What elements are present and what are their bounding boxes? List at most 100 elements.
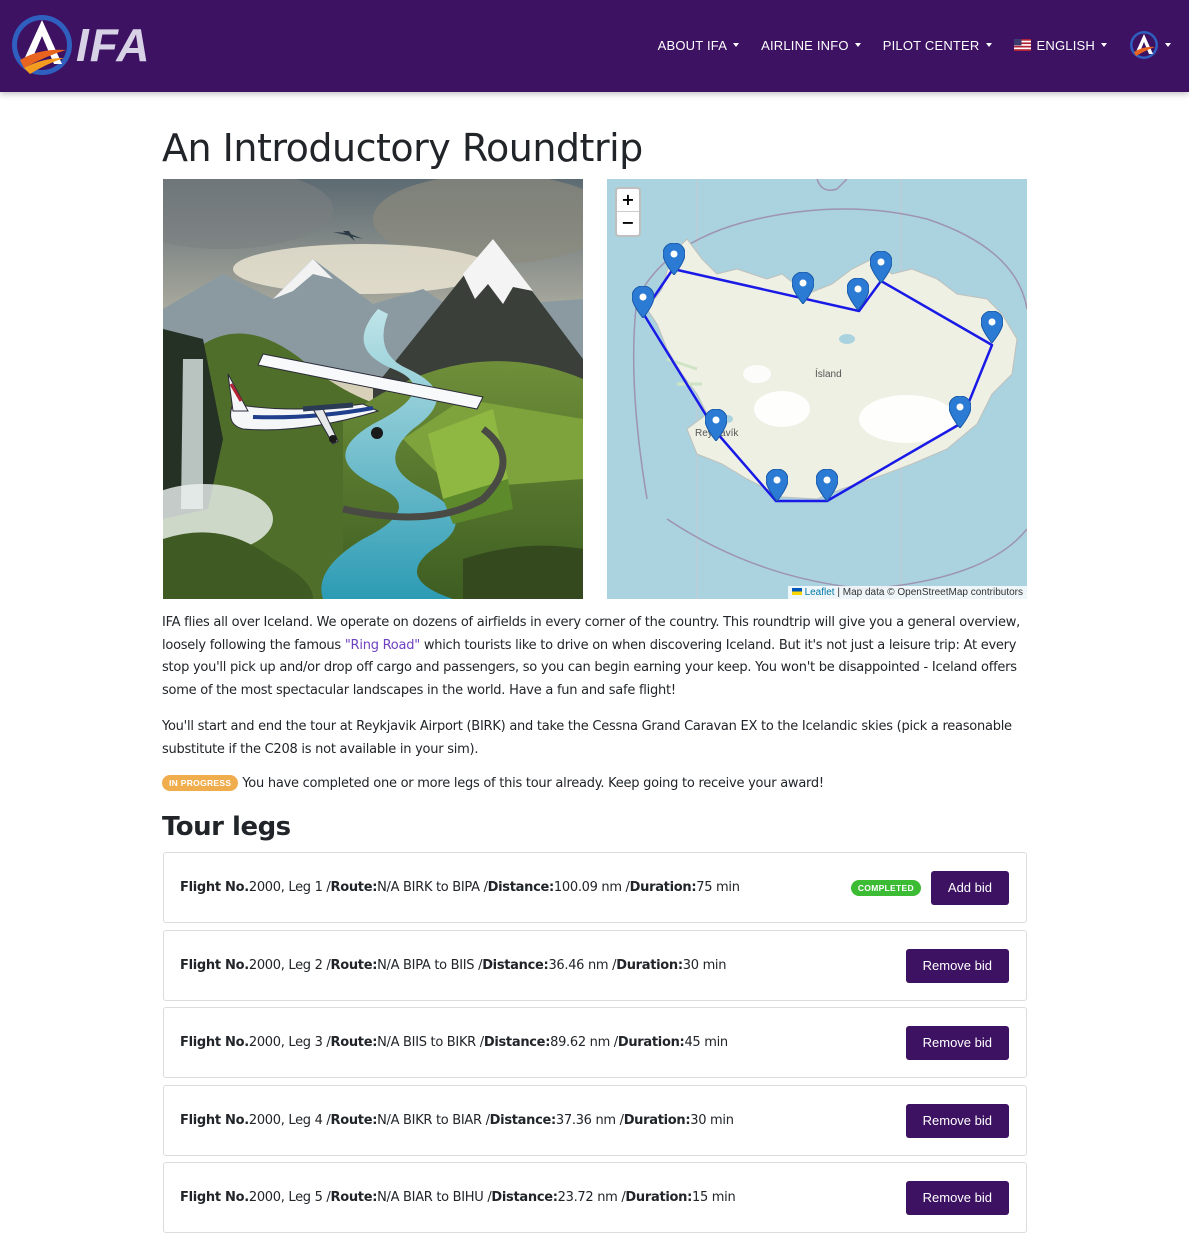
tour-leg: Flight No. 2000, Leg 3 / Route: N/A BIIS… [163,1007,1027,1078]
completed-badge: COMPLETED [850,879,921,896]
distance-label: Distance: [487,880,555,895]
remove-bid-button[interactable]: Remove bid [905,1180,1009,1215]
route-value: N/A BIAR to BIHU / [377,1190,492,1205]
nav-menu: ABOUT IFA AIRLINE INFO PILOT CENTER ENGL… [636,30,1171,60]
nav-airline-info-label: AIRLINE INFO [761,37,849,53]
map-attribution-text: | Map data © OpenStreetMap contributors [834,587,1023,598]
map-marker-icon[interactable] [705,409,727,441]
duration-label: Duration: [629,880,697,895]
distance-label: Distance: [482,958,549,973]
flight-no-value: 2000, Leg 2 / [248,958,331,973]
brand-logo[interactable]: IFA [10,12,151,78]
flight-no-value: 2000, Leg 5 / [248,1190,331,1205]
flight-no-value: 2000, Leg 1 / [248,880,331,895]
map-marker-icon[interactable] [792,272,814,304]
distance-value: 36.46 nm / [548,958,617,973]
nav-about-ifa-label: ABOUT IFA [657,37,728,53]
tour-route-map[interactable]: Ísland Reykjavík Leaflet | Map data © Op… [607,179,1027,599]
top-navbar: IFA ABOUT IFA AIRLINE INFO PILOT CENTER … [0,0,1189,92]
map-marker-icon[interactable] [816,469,838,501]
map-marker-icon[interactable] [663,243,685,275]
tour-leg-actions: Remove bid [896,1008,1009,1077]
brand-name: IFA [76,19,151,71]
us-flag-icon [1013,39,1031,51]
map-marker-icon[interactable] [766,469,788,501]
zoom-out-button[interactable]: − [617,212,639,235]
caret-down-icon [1165,43,1171,47]
duration-value: 75 min [696,880,740,895]
distance-label: Distance: [489,1113,557,1128]
remove-bid-button[interactable]: Remove bid [905,1025,1009,1060]
tour-status: IN PROGRESS You have completed one or mo… [162,775,824,791]
route-label: Route: [330,958,378,973]
flight-no-label: Flight No. [180,880,249,895]
tour-leg-actions: Remove bid [896,931,1009,1000]
flight-no-label: Flight No. [180,958,249,973]
route-label: Route: [330,1190,378,1205]
duration-label: Duration: [617,1035,685,1050]
ring-road-link[interactable]: "Ring Road" [345,638,420,653]
distance-value: 89.62 nm / [550,1035,618,1050]
nav-pilot-center[interactable]: PILOT CENTER [883,38,992,53]
tour-leg-details: Flight No. 2000, Leg 1 / Route: N/A BIRK… [180,853,740,922]
route-value: N/A BIPA to BIIS / [377,958,483,973]
route-label: Route: [330,1035,378,1050]
tour-leg-actions: Remove bid [896,1086,1009,1155]
distance-label: Distance: [483,1035,551,1050]
map-marker-icon[interactable] [847,278,869,310]
tour-description: IFA flies all over Iceland. We operate o… [162,612,1028,702]
tour-leg: Flight No. 2000, Leg 2 / Route: N/A BIPA… [163,930,1027,1001]
route-value: N/A BIKR to BIAR / [377,1113,490,1128]
tour-legs-title: Tour legs [162,812,291,842]
map-marker-icon[interactable] [949,396,971,428]
caret-down-icon [733,43,740,47]
map-zoom-control: + − [615,187,641,237]
tour-leg-actions: COMPLETED Add bid [850,853,1009,922]
nav-airline-info[interactable]: AIRLINE INFO [761,38,861,53]
distance-value: 100.09 nm / [553,880,630,895]
status-badge: IN PROGRESS [162,775,239,791]
zoom-in-button[interactable]: + [617,189,639,212]
leaflet-link[interactable]: Leaflet [805,587,835,598]
flight-no-value: 2000, Leg 4 / [248,1113,331,1128]
tour-leg-details: Flight No. 2000, Leg 4 / Route: N/A BIKR… [180,1086,734,1155]
user-menu[interactable] [1129,30,1171,60]
map-marker-icon[interactable] [632,286,654,318]
tour-leg: Flight No. 2000, Leg 1 / Route: N/A BIRK… [163,852,1027,923]
caret-down-icon [854,43,861,47]
ifa-logo-icon [12,15,72,75]
map-marker-icon[interactable] [870,251,892,283]
nav-language[interactable]: ENGLISH [1013,38,1107,53]
tour-leg: Flight No. 2000, Leg 4 / Route: N/A BIKR… [163,1085,1027,1156]
map-marker-icon[interactable] [981,311,1003,343]
duration-value: 30 min [682,958,727,973]
nav-pilot-center-label: PILOT CENTER [882,37,980,53]
tour-leg: Flight No. 2000, Leg 5 / Route: N/A BIAR… [163,1162,1027,1233]
caret-down-icon [985,43,992,47]
remove-bid-button[interactable]: Remove bid [905,1103,1009,1138]
duration-label: Duration: [625,1190,693,1205]
iceland-map [607,179,1027,599]
duration-value: 45 min [684,1035,728,1050]
route-label: Route: [330,1113,378,1128]
distance-value: 37.36 nm / [555,1113,624,1128]
caret-down-icon [1101,43,1107,47]
avatar [1130,31,1158,59]
tour-leg-actions: Remove bid [896,1163,1009,1232]
tour-leg-details: Flight No. 2000, Leg 3 / Route: N/A BIIS… [180,1008,728,1077]
map-attribution: Leaflet | Map data © OpenStreetMap contr… [787,586,1027,599]
page-title: An Introductory Roundtrip [162,126,643,170]
distance-value: 23.72 nm / [557,1190,626,1205]
route-value: N/A BIRK to BIPA / [377,880,488,895]
duration-value: 15 min [692,1190,736,1205]
route-value: N/A BIIS to BIKR / [377,1035,484,1050]
remove-bid-button[interactable]: Remove bid [905,948,1009,983]
route-label: Route: [330,880,378,895]
map-label-country: Ísland [815,369,842,380]
airplane-landscape-illustration [163,179,583,599]
flight-no-label: Flight No. [180,1190,249,1205]
duration-label: Duration: [623,1113,691,1128]
add-bid-button[interactable]: Add bid [930,870,1009,905]
nav-about-ifa[interactable]: ABOUT IFA [657,37,740,53]
ukraine-flag-icon [791,588,802,595]
